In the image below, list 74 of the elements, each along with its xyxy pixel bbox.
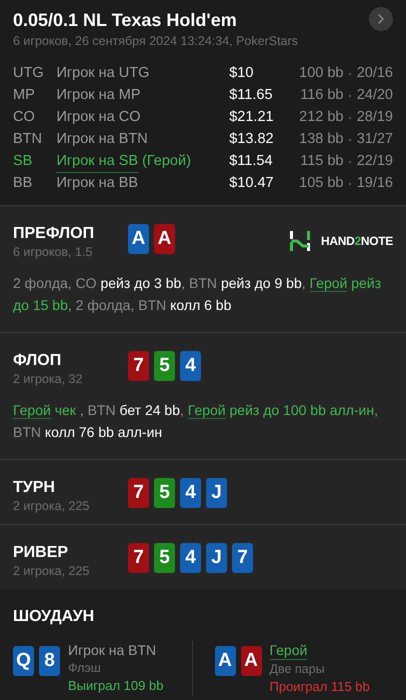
stack-bb: 138 bb xyxy=(298,130,344,150)
action-line: Герой чек , BTN бет 24 bb, Герой рейз до 100 bb алл-ин, BTN колл 76 bb алл-ин xyxy=(13,401,379,442)
hand-rank: Две пары xyxy=(270,661,326,678)
stack-amount: $11.65 xyxy=(229,86,274,106)
position-label: BB xyxy=(13,174,34,194)
stack-bb: 212 bb xyxy=(298,108,344,128)
logo-text: HAND2NOTE xyxy=(321,233,393,250)
street-info: 2 игрока, 225 xyxy=(13,563,90,579)
player-name: Игрок на MP xyxy=(56,86,140,106)
player-stats: 20/16 xyxy=(356,64,393,84)
street-title: ПРЕФЛОП xyxy=(13,224,96,244)
playing-card: 5 xyxy=(154,478,175,508)
player-stats: 24/20 xyxy=(356,86,393,106)
player-stats: 22/19 xyxy=(356,152,393,172)
playing-card: 4 xyxy=(180,478,201,508)
position-label: UTG xyxy=(13,64,45,84)
hand-rank: Флэш xyxy=(68,660,102,677)
playing-card: 7 xyxy=(232,543,253,573)
playing-card: 7 xyxy=(128,543,149,573)
hero-link[interactable]: Герой xyxy=(13,402,51,419)
hero-tag: (Герой) xyxy=(142,150,191,174)
stack-amount: $10.47 xyxy=(229,174,275,194)
position-label: MP xyxy=(13,86,36,106)
hand-title: 0.05/0.1 NL Texas Hold'em xyxy=(13,9,237,32)
playing-card: 7 xyxy=(128,478,149,508)
playing-card: 7 xyxy=(128,351,149,381)
stack-amount: $10 xyxy=(229,64,254,84)
position-label: BTN xyxy=(13,130,43,150)
playing-card: 4 xyxy=(180,543,201,573)
player-name: Игрок на BTN xyxy=(68,641,156,659)
player-name[interactable]: Герой xyxy=(270,641,308,660)
playing-card: 5 xyxy=(154,351,175,381)
hero-link[interactable]: Герой xyxy=(310,275,348,292)
position-label: CO xyxy=(13,108,36,128)
street-title: ФЛОП xyxy=(13,351,62,371)
player-name: Игрок на CO xyxy=(56,108,140,128)
result-text: Проиграл 115 bb xyxy=(270,678,370,696)
street-info: 2 игрока, 225 xyxy=(13,498,90,514)
showdown-title: ШОУДАУН xyxy=(13,607,96,627)
stack-bb: 105 bb xyxy=(298,174,344,194)
playing-card: Q xyxy=(13,646,34,676)
player-stats: 28/19 xyxy=(356,108,393,128)
street-info: 2 игрока, 32 xyxy=(13,371,84,387)
stack-bb: 100 bb xyxy=(298,64,344,84)
next-button[interactable] xyxy=(369,7,393,31)
playing-card: 5 xyxy=(154,543,175,573)
playing-card: 8 xyxy=(39,646,60,676)
playing-card: A xyxy=(154,224,175,254)
player-stats: 19/16 xyxy=(356,174,393,194)
player-name[interactable]: Игрок на SB xyxy=(56,150,138,174)
logo-icon xyxy=(289,230,312,252)
stack-amount: $21.21 xyxy=(229,108,275,128)
street-title: РИВЕР xyxy=(13,543,70,563)
playing-card: J xyxy=(206,543,227,573)
street-info: 6 игроков, 1.5 xyxy=(13,244,94,260)
street-title: ТУРН xyxy=(13,478,56,498)
action-line: 2 фолда, CO рейз до 3 bb, BTN рейз до 9 bb, Герой рейз до 15 bb, 2 фолда, BTN колл 6 bb xyxy=(13,274,382,315)
playing-card: 4 xyxy=(180,351,201,381)
hand-subtitle: 6 игроков, 26 сентября 2024 13:24:34, PokerStars xyxy=(13,33,299,50)
stack-amount: $11.54 xyxy=(229,152,274,172)
playing-card: A xyxy=(214,646,236,676)
playing-card: A xyxy=(128,224,149,254)
player-name: Игрок на UTG xyxy=(56,64,150,84)
player-stats: 31/27 xyxy=(356,130,393,150)
playing-card: A xyxy=(240,646,262,676)
position-label: SB xyxy=(13,152,34,172)
stack-amount: $13.82 xyxy=(229,130,275,150)
stack-bb: 115 bb xyxy=(299,152,344,172)
stack-bb: 116 bb xyxy=(299,86,344,106)
result-text: Выиграл 109 bb xyxy=(68,677,164,695)
hero-link[interactable]: Герой xyxy=(188,402,226,419)
player-name: Игрок на BB xyxy=(56,174,138,194)
playing-card: J xyxy=(206,478,227,508)
player-name: Игрок на BTN xyxy=(56,130,148,150)
